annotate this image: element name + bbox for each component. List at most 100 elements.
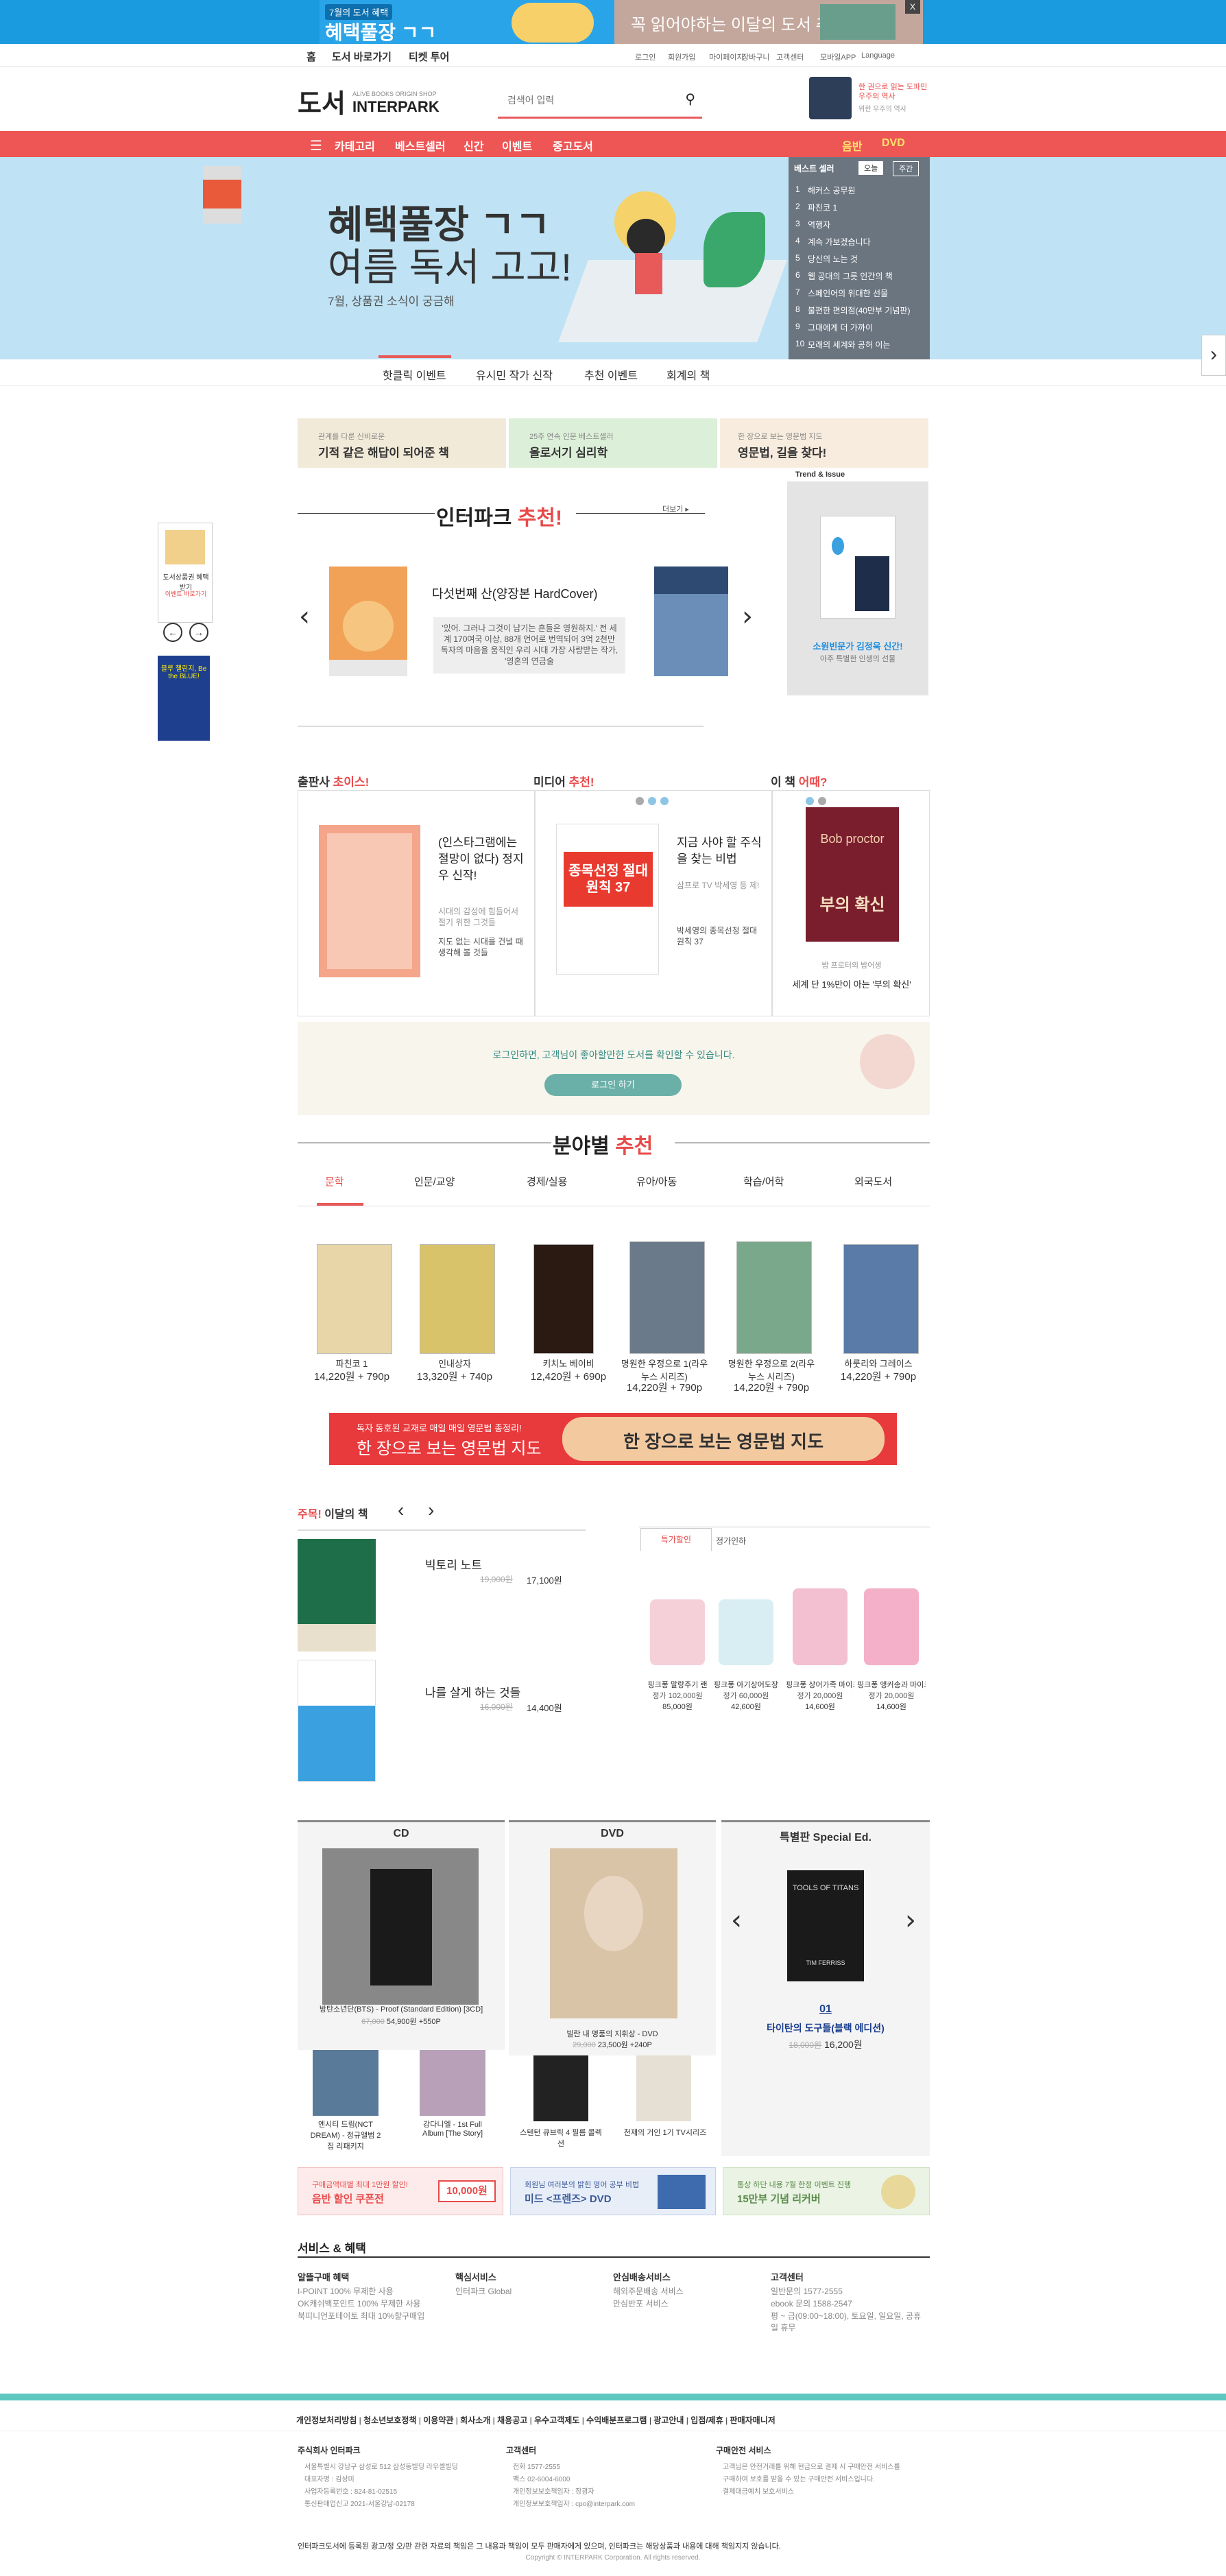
this-book-pager-dots[interactable] [806, 796, 833, 805]
dvd-sub2-cover[interactable] [636, 2055, 691, 2121]
util-tab-ticket[interactable]: 티켓 투어 [409, 49, 449, 64]
genre-tab[interactable]: 학습/어학 [743, 1174, 784, 1189]
nav-music[interactable]: 음반 [842, 137, 862, 154]
coupon-ad[interactable]: 구매금액대별 최대 1만원 할인! 음반 할인 쿠폰전 10,000원 [298, 2167, 503, 2215]
services-col-line[interactable]: 해외주문배송 서비스 [613, 2285, 764, 2297]
mypage-link[interactable]: 마이페이지 [709, 51, 744, 62]
hero-tab-accounting[interactable]: 회계의 책 [666, 366, 710, 383]
dvd-sub1-cover[interactable] [533, 2055, 588, 2121]
recommend-more-link[interactable]: 더보기 ▸ [662, 503, 689, 514]
nav-used[interactable]: 중고도서 [553, 137, 593, 154]
dvd-main-title[interactable]: 빌란 내 명품의 지휘상 - DVD [509, 2028, 716, 2039]
special-item-image[interactable] [650, 1599, 705, 1665]
monthly-book2-cover[interactable] [298, 1660, 376, 1782]
side-next-icon[interactable]: → [189, 623, 208, 642]
publisher-choice-card[interactable]: (인스타그램에는 절망이 없다) 정지우 신작! 시대의 감성에 힘들어서 절기… [298, 790, 535, 1016]
special-edition-prev[interactable]: ‹ [731, 1905, 742, 1936]
mobile-app-link[interactable]: 모바일APP [820, 51, 856, 62]
top-banner-right[interactable]: 꼭 읽어야하는 이달의 도서 추천 [614, 0, 923, 44]
genre-book-title[interactable]: 인내상자 [410, 1357, 499, 1370]
monthly-book1-title[interactable]: 빅토리 노트 [425, 1555, 482, 1573]
promo-card-1[interactable]: 관계를 다룬 신비로운 기적 같은 해답이 되어준 책 [298, 418, 506, 468]
brand-logo[interactable]: INTERPARK [352, 98, 440, 116]
login-button[interactable]: 로그인 하기 [544, 1074, 682, 1096]
nav-category[interactable]: 카테고리 [335, 137, 375, 154]
footer-link[interactable]: 수익배분프로그램 [586, 2416, 647, 2425]
logo-books[interactable]: 도서 [298, 82, 346, 120]
bestseller-tab-week[interactable]: 주간 [893, 161, 920, 176]
top-banner-left[interactable]: 7월의 도서 혜택 혜택풀장 ㄱㄱ [320, 0, 614, 44]
hero-tab-hotclick[interactable]: 핫클릭 이벤트 [383, 366, 446, 383]
hero-tab-author[interactable]: 유시민 작가 신작 [476, 366, 553, 383]
special-edition-cover[interactable]: TOOLS OF TITANS TIM FERRISS [787, 1870, 864, 1981]
footer-link[interactable]: 청소년보호정책 [363, 2416, 416, 2425]
genre-book-cover[interactable] [420, 1244, 495, 1354]
special-edition-next[interactable]: › [905, 1905, 916, 1936]
friends-dvd-ad[interactable]: 회원님 여러분의 밝힌 영어 공부 비법 미드 <프렌즈> DVD [510, 2167, 716, 2215]
special-item-name[interactable]: 핑크퐁 상어가족 마이크 [786, 1679, 854, 1690]
ad-thumbnail[interactable] [809, 77, 852, 119]
top-banner[interactable]: 7월의 도서 혜택 혜택풀장 ㄱㄱ 꼭 읽어야하는 이달의 도서 추천 X [0, 0, 1226, 44]
nav-bestseller[interactable]: 베스트셀러 [395, 137, 446, 154]
util-tab-books[interactable]: 도서 바로가기 [332, 49, 392, 64]
search-icon[interactable]: ⚲ [685, 91, 695, 108]
genre-book-cover[interactable] [533, 1244, 594, 1354]
recover-ad[interactable]: 통상 하단 내용 7월 한정 이벤트 진행 15만부 기념 리커버 [723, 2167, 930, 2215]
genre-book-title[interactable]: 명원한 우정으로 2(라우누스 시리즈) [727, 1357, 816, 1383]
bestseller-item[interactable]: 계속 가보겠습니다 [808, 236, 935, 248]
special-tab-discount[interactable]: 특가할인 [640, 1528, 712, 1551]
recommend-book-cover[interactable] [329, 567, 407, 676]
bestseller-item[interactable]: 웹 공대의 그릇 인간의 책 [808, 270, 935, 282]
special-item-image[interactable] [864, 1588, 919, 1665]
promo-card-2[interactable]: 25주 연속 인문 베스트셀러 올로서기 심리학 [509, 418, 717, 468]
cd-sub1-cover[interactable] [313, 2050, 378, 2116]
side-book-thumb[interactable] [203, 166, 241, 224]
bestseller-item[interactable]: 그대에게 더 가까이 [808, 322, 935, 333]
footer-link[interactable]: 판매자매니저 [730, 2416, 776, 2425]
footer-link[interactable]: 회사소개 [460, 2416, 490, 2425]
services-col-line[interactable]: ebook 문의 1588-2547 [771, 2298, 922, 2309]
cd-main-title[interactable]: 방탄소년단(BTS) - Proof (Standard Edition) [3… [298, 2003, 505, 2014]
recommend-book-title[interactable]: 다섯번째 산(양장본 HardCover) [432, 584, 598, 602]
monthly-next-arrow[interactable]: › [428, 1499, 434, 1521]
special-item-name[interactable]: 핑크퐁 앵커송과 마이크 [857, 1679, 926, 1690]
bestseller-item[interactable]: 당신의 노는 것 [808, 253, 935, 265]
customer-center-link[interactable]: 고객센터 [776, 51, 804, 62]
genre-book-cover[interactable] [317, 1244, 392, 1354]
monthly-book1-cover[interactable] [298, 1539, 376, 1651]
recommend-next-arrow[interactable]: › [742, 601, 753, 632]
genre-tab[interactable]: 외국도서 [854, 1174, 892, 1189]
special-item-image[interactable] [719, 1599, 773, 1665]
genre-tab[interactable]: 유아/아동 [636, 1174, 677, 1189]
services-col-line[interactable]: 평 ~ 금(09:00~18:00), 토요일, 일요일, 공휴일 휴무 [771, 2310, 922, 2333]
footer-link[interactable]: 개인정보처리방침 [296, 2416, 357, 2425]
search-input[interactable] [507, 86, 672, 114]
grammar-wide-ad[interactable]: 독자 동호된 교재로 매일 매일 영문법 총정리! 한 장으로 보는 영문법 지… [329, 1413, 897, 1465]
special-item-image[interactable] [793, 1588, 848, 1665]
genre-tab[interactable]: 경제/실용 [527, 1174, 567, 1189]
genre-book-cover[interactable] [843, 1244, 919, 1354]
monthly-book2-title[interactable]: 나를 살게 하는 것들 [425, 1683, 520, 1700]
cd-sub2-title[interactable]: 강다니엘 - 1st Full Album [The Story] [414, 2119, 491, 2138]
trend-panel[interactable]: 소원빈문가 김정욱 신간! 아주 특별한 인생의 선물 [787, 481, 928, 695]
genre-book-cover[interactable] [736, 1241, 812, 1354]
cd-sub1-title[interactable]: 엔시티 드림(NCT DREAM) - 정규앨범 2집 리패키지 [307, 2119, 384, 2151]
hero-banner[interactable]: 혜택풀장 ㄱㄱ 여름 독서 고고! 7월, 상품권 소식이 궁금해 [0, 157, 1226, 359]
footer-link[interactable]: 광고안내 [653, 2416, 684, 2425]
bestseller-item[interactable]: 불편한 편의점(40만부 기념판) [808, 305, 935, 316]
media-pager-dots[interactable] [636, 796, 674, 805]
footer-link[interactable]: 이용약관 [423, 2416, 453, 2425]
language-link[interactable]: Language [861, 51, 895, 60]
header-ad-text[interactable]: 한 권으로 읽는 도파민 우주의 역사 [858, 82, 934, 102]
genre-tab[interactable]: 인문/교양 [414, 1174, 455, 1189]
services-col-line[interactable]: 일반문의 1577-2555 [771, 2285, 922, 2297]
genre-book-title[interactable]: 명원한 우정으로 1(라우누스 시리즈) [620, 1357, 709, 1383]
genre-book-title[interactable]: 키치노 베이비 [524, 1357, 613, 1370]
close-icon[interactable]: X [905, 0, 920, 14]
dvd-sub2-title[interactable]: 천재의 거인 1기 TV시리즈 [623, 2127, 708, 2138]
genre-book-cover[interactable] [629, 1241, 705, 1354]
login-link[interactable]: 로그인 [635, 51, 656, 62]
bestseller-item[interactable]: 스페인어의 위대한 선물 [808, 287, 935, 299]
side-blue-ad[interactable]: 블루 챌린지, Be the BLUE! [158, 656, 210, 741]
this-book-card[interactable]: Bob proctor 부의 확신 밥 프로터의 밥어생 세계 단 1%만이 아… [772, 790, 930, 1016]
